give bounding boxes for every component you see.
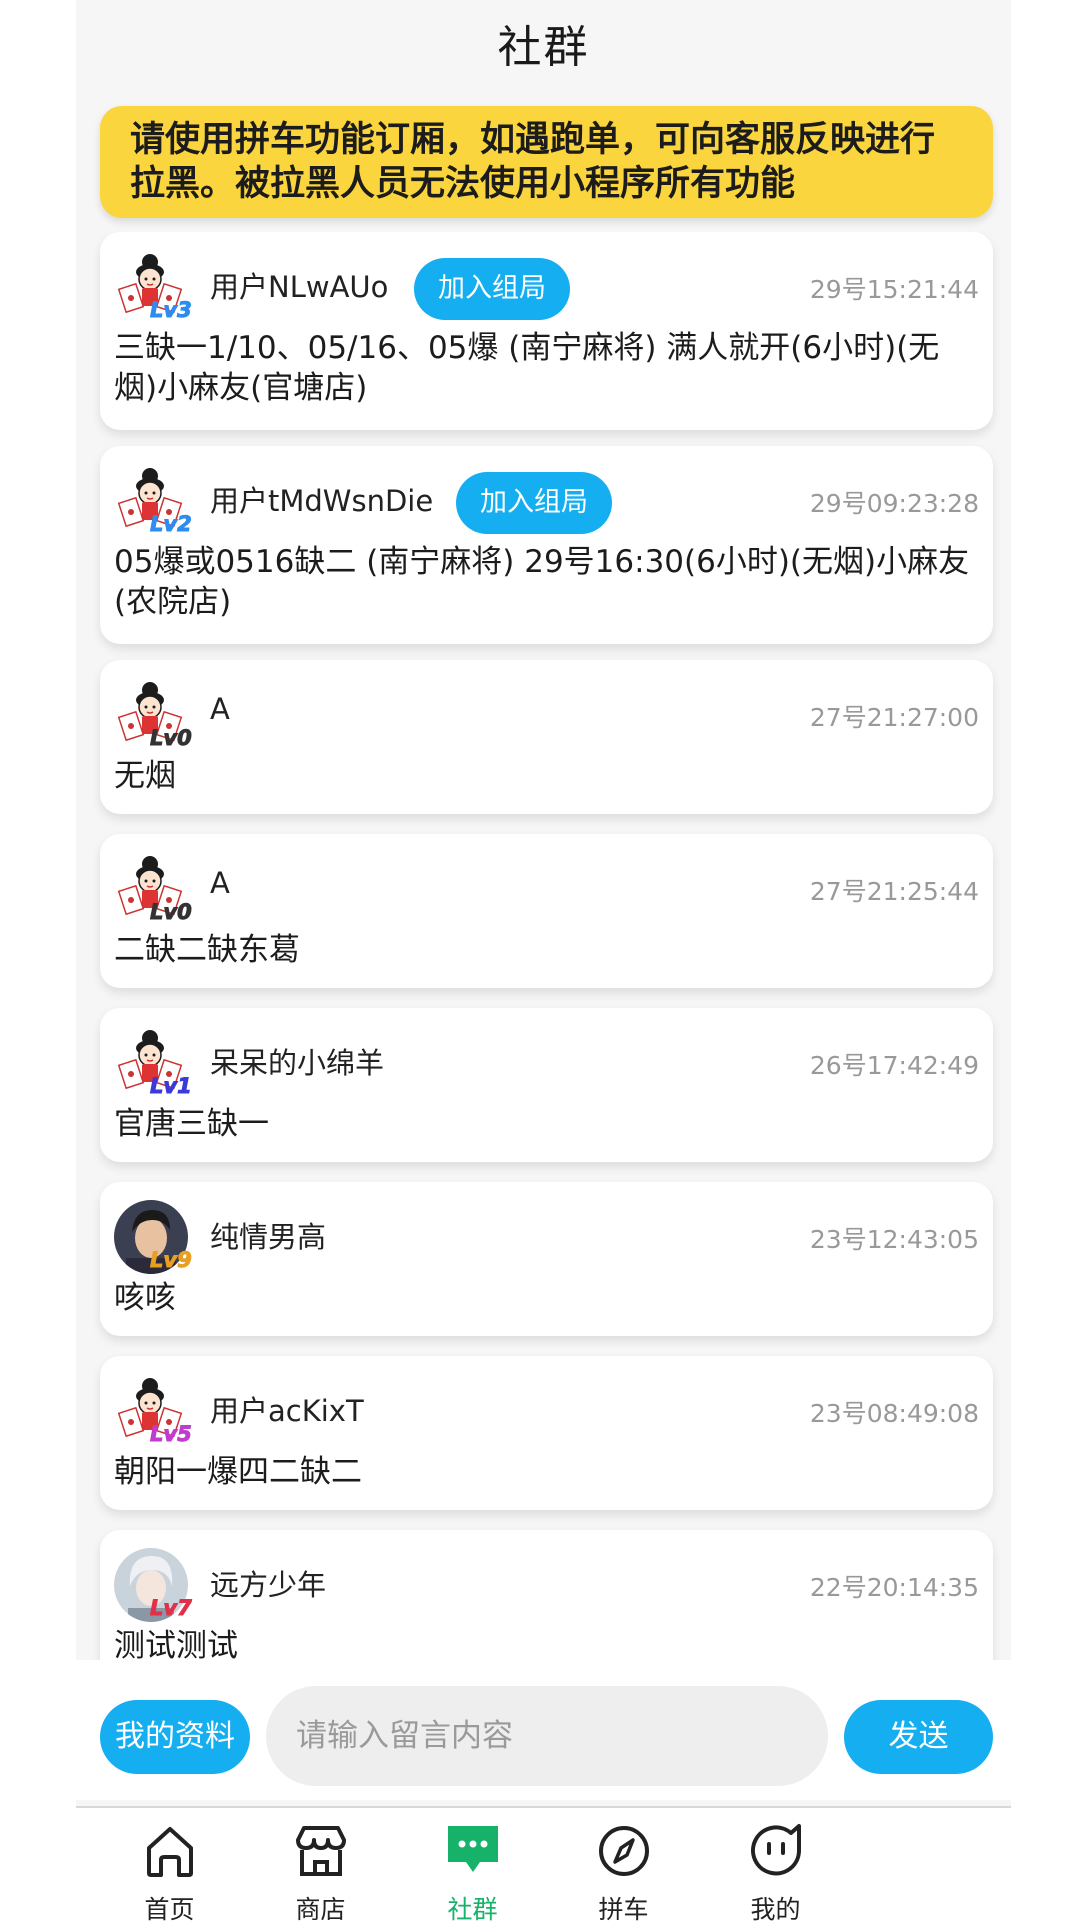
avatar[interactable]: Lv7 <box>112 1546 193 1624</box>
post-card[interactable]: Lv9 纯情男高 23号12:43:05 咳咳 <box>100 1182 993 1336</box>
post-timestamp: 29号15:21:44 <box>809 275 979 304</box>
message-input[interactable] <box>266 1686 828 1786</box>
post-content: 朝阳一爆四二缺二 <box>114 1454 362 1490</box>
send-button[interactable]: 发送 <box>844 1700 993 1774</box>
join-game-button[interactable]: 加入组局 <box>414 258 570 320</box>
post-content: 三缺一1/10、05/16、05爆 (南宁麻将) 满人就开(6小时)(无烟)小麻… <box>114 330 940 406</box>
join-game-button[interactable]: 加入组局 <box>456 472 612 534</box>
post-card[interactable]: Lv2 用户tMdWsnDie 加入组局 29号09:23:28 05爆或0516缺二 … <box>100 446 993 644</box>
post-card[interactable]: Lv0 A 27号21:27:00 无烟 <box>100 660 993 814</box>
post-timestamp: 23号12:43:05 <box>809 1225 979 1254</box>
avatar[interactable]: Lv1 <box>112 1024 193 1102</box>
post-username: 纯情男高 <box>210 1220 327 1254</box>
level-badge: Lv0 <box>150 900 193 925</box>
post-username: 用户tMdWsnDie <box>210 484 434 518</box>
store-icon <box>296 1826 346 1876</box>
post-content: 无烟 <box>114 758 176 794</box>
bottom-tab-bar: 首页 商店 社群 拼车 我的 <box>76 1806 1011 1930</box>
tab-mine[interactable]: 我的 <box>682 1808 869 1930</box>
post-card[interactable]: Lv3 用户NLwAUo 加入组局 29号15:21:44 三缺一1/10、05/16、… <box>100 232 993 430</box>
face-icon <box>751 1824 801 1876</box>
post-card[interactable]: Lv7 远方少年 22号20:14:35 测试测试 <box>100 1530 993 1660</box>
post-username: 用户acKixT <box>210 1394 364 1428</box>
message-input-bar: 我的资料 发送 <box>76 1660 1011 1800</box>
post-content: 二缺二缺东葛 <box>114 932 300 968</box>
post-content: 咳咳 <box>114 1280 176 1316</box>
avatar[interactable]: Lv3 <box>112 248 193 326</box>
chat-icon <box>448 1826 498 1872</box>
avatar[interactable]: Lv0 <box>112 850 193 928</box>
post-content: 05爆或0516缺二 (南宁麻将) 29号16:30(6小时)(无烟)小麻友(农… <box>114 544 970 620</box>
post-username: 用户NLwAUo <box>210 270 389 304</box>
post-content: 官唐三缺一 <box>114 1106 269 1142</box>
avatar[interactable]: Lv9 <box>112 1198 193 1276</box>
post-card[interactable]: Lv1 呆呆的小绵羊 26号17:42:49 官唐三缺一 <box>100 1008 993 1162</box>
avatar[interactable]: Lv0 <box>112 676 193 754</box>
post-username: 远方少年 <box>210 1568 327 1602</box>
level-badge: Lv9 <box>150 1248 193 1273</box>
notice-banner: 请使用拼车功能订厢，如遇跑单，可向客服反映进行拉黑。被拉黑人员无法使用小程序所有… <box>100 106 993 218</box>
level-badge: Lv0 <box>150 726 193 751</box>
page-title: 社群 <box>497 22 590 73</box>
tab-label: 我的 <box>750 1895 801 1924</box>
page-header: 社群 <box>76 0 1011 100</box>
post-timestamp: 23号08:49:08 <box>809 1399 979 1428</box>
post-feed[interactable]: Lv3 用户NLwAUo 加入组局 29号15:21:44 三缺一1/10、05/16、… <box>76 232 1011 1660</box>
avatar[interactable]: Lv5 <box>112 1372 193 1450</box>
post-timestamp: 29号09:23:28 <box>809 489 979 518</box>
post-timestamp: 27号21:25:44 <box>809 877 979 906</box>
level-badge: Lv5 <box>150 1422 193 1447</box>
post-card[interactable]: Lv0 A 27号21:25:44 二缺二缺东葛 <box>100 834 993 988</box>
post-timestamp: 26号17:42:49 <box>809 1051 979 1080</box>
level-badge: Lv2 <box>150 512 193 537</box>
post-content: 测试测试 <box>114 1628 238 1660</box>
my-profile-button[interactable]: 我的资料 <box>100 1700 250 1774</box>
post-username: A <box>210 692 230 726</box>
level-badge: Lv3 <box>150 298 193 323</box>
avatar[interactable]: Lv2 <box>112 462 193 540</box>
post-card[interactable]: Lv5 用户acKixT 23号08:49:08 朝阳一爆四二缺二 <box>100 1356 993 1510</box>
post-timestamp: 27号21:27:00 <box>809 703 979 732</box>
post-username: A <box>210 866 230 900</box>
level-badge: Lv7 <box>150 1596 193 1621</box>
level-badge: Lv1 <box>150 1074 193 1099</box>
post-timestamp: 22号20:14:35 <box>809 1573 979 1602</box>
app-screen: 社群 请使用拼车功能订厢，如遇跑单，可向客服反映进行拉黑。被拉黑人员无法使用小程… <box>76 0 1011 1930</box>
compass-icon <box>599 1826 649 1876</box>
home-icon <box>147 1827 193 1877</box>
post-username: 呆呆的小绵羊 <box>210 1046 385 1080</box>
